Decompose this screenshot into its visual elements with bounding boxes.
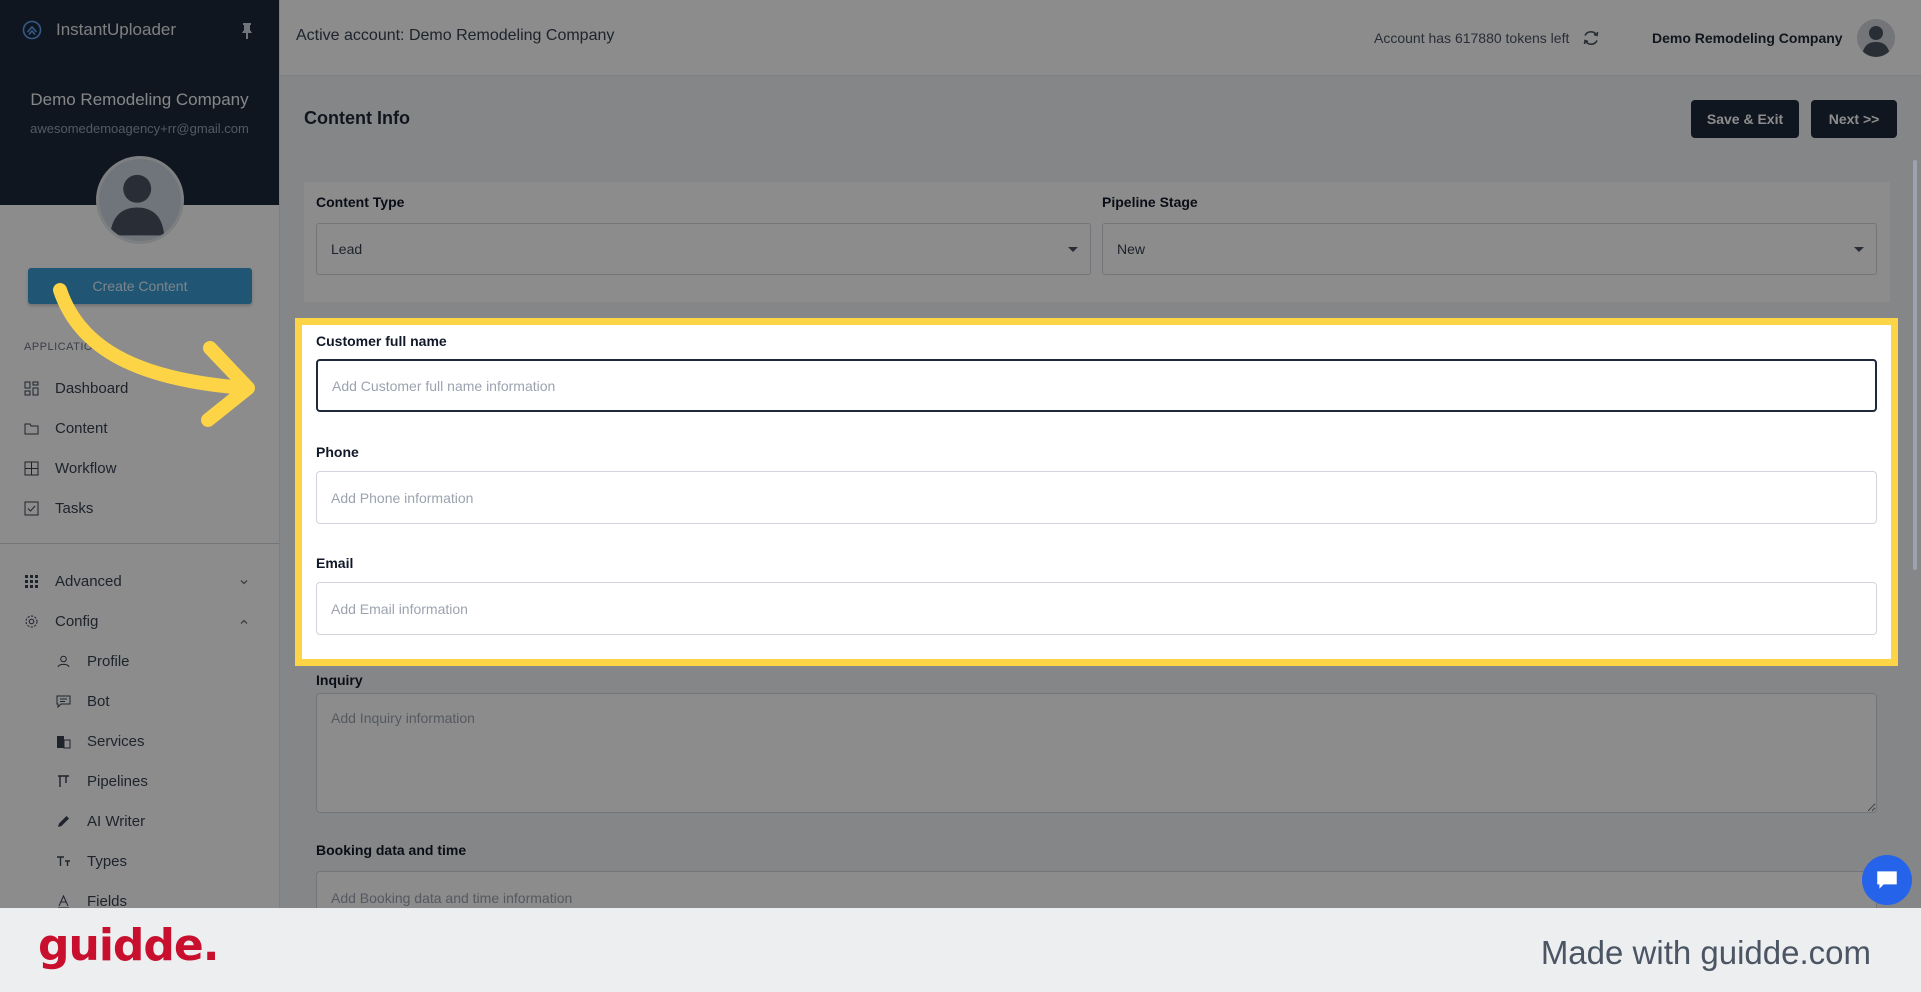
sidebar-item-label: AI Writer bbox=[87, 813, 146, 830]
create-content-button[interactable]: Create Content bbox=[28, 268, 252, 304]
avatar[interactable] bbox=[96, 156, 184, 244]
folder-icon bbox=[24, 423, 39, 435]
sidebar-item-label: Fields bbox=[87, 893, 128, 908]
app-logo-icon bbox=[22, 20, 42, 40]
chat-bubble-icon bbox=[1877, 871, 1897, 889]
pipeline-icon bbox=[58, 775, 69, 787]
app-name: InstantUploader bbox=[56, 20, 177, 39]
sidebar-item-label: Content bbox=[55, 420, 108, 437]
phone-input[interactable] bbox=[316, 471, 1877, 524]
chat-icon bbox=[56, 695, 71, 709]
pipeline-stage-value: New bbox=[1117, 241, 1146, 257]
sidebar-item-ai-writer[interactable]: AI Writer bbox=[56, 813, 145, 830]
sidebar-item-label: Workflow bbox=[55, 460, 117, 477]
sidebar-item-tasks[interactable]: Tasks bbox=[24, 500, 93, 517]
scrollbar[interactable] bbox=[1913, 160, 1917, 570]
caret-down-icon bbox=[1068, 247, 1078, 252]
section-label-applications: APPLICATIONS bbox=[24, 341, 110, 353]
sidebar-group-advanced[interactable]: Advanced bbox=[24, 573, 122, 590]
pencil-icon bbox=[58, 816, 69, 827]
gear-icon bbox=[25, 615, 38, 628]
pipeline-stage-select[interactable]: New bbox=[1102, 223, 1877, 275]
sidebar-item-workflow[interactable]: Workflow bbox=[24, 460, 116, 477]
sidebar-item-label: Dashboard bbox=[55, 380, 129, 397]
sidebar-divider bbox=[0, 543, 279, 544]
highlighted-fields: Customer full name Phone Email bbox=[295, 318, 1898, 666]
sidebar-company-name: Demo Remodeling Company bbox=[30, 90, 249, 109]
guidde-logo: guidde. bbox=[38, 920, 219, 971]
sidebar-item-bot[interactable]: Bot bbox=[56, 693, 110, 710]
sidebar-item-pipelines[interactable]: Pipelines bbox=[56, 773, 148, 790]
sidebar-item-label: Pipelines bbox=[87, 773, 148, 790]
made-with-text: Made with guidde.com bbox=[1540, 934, 1871, 971]
caret-down-icon bbox=[1854, 247, 1864, 252]
sidebar: InstantUploader Demo Remodeling Company … bbox=[0, 0, 280, 908]
save-exit-button[interactable]: Save & Exit bbox=[1691, 100, 1799, 138]
sidebar-item-dashboard[interactable]: Dashboard bbox=[24, 380, 128, 397]
sidebar-item-label: Advanced bbox=[55, 573, 122, 590]
app-brand[interactable]: InstantUploader bbox=[22, 20, 176, 40]
next-button[interactable]: Next >> bbox=[1811, 100, 1897, 138]
token-balance-text: Account has 617880 tokens left bbox=[1374, 30, 1570, 46]
sidebar-item-types[interactable]: Types bbox=[56, 853, 127, 870]
pipeline-stage-label: Pipeline Stage bbox=[1102, 194, 1198, 210]
top-header: Active account: Demo Remodeling Company … bbox=[280, 0, 1921, 76]
header-company-name[interactable]: Demo Remodeling Company bbox=[1652, 30, 1843, 46]
user-icon bbox=[57, 655, 70, 668]
sidebar-item-label: Config bbox=[55, 613, 99, 630]
sidebar-item-label: Services bbox=[87, 733, 145, 750]
email-label: Email bbox=[316, 555, 354, 571]
booking-label: Booking data and time bbox=[316, 842, 467, 858]
phone-label: Phone bbox=[316, 444, 359, 460]
sidebar-item-profile[interactable]: Profile bbox=[56, 653, 130, 670]
dashboard-icon bbox=[24, 381, 39, 396]
inquiry-label: Inquiry bbox=[316, 672, 363, 688]
building-icon bbox=[57, 736, 71, 749]
pin-icon[interactable] bbox=[239, 22, 255, 40]
grid-icon bbox=[24, 461, 39, 476]
apps-icon bbox=[25, 575, 38, 588]
sidebar-group-config[interactable]: Config bbox=[24, 613, 98, 630]
text-type-icon bbox=[57, 856, 70, 866]
field-icon bbox=[58, 894, 69, 908]
user-silhouette-icon bbox=[1862, 26, 1890, 57]
content-type-select[interactable]: Lead bbox=[316, 223, 1091, 275]
customer-name-label: Customer full name bbox=[316, 333, 447, 349]
content-type-value: Lead bbox=[331, 241, 363, 257]
sidebar-item-label: Profile bbox=[87, 653, 130, 670]
chat-widget-button[interactable] bbox=[1862, 855, 1912, 905]
sidebar-item-label: Types bbox=[87, 853, 128, 870]
chevron-up-icon[interactable] bbox=[239, 617, 249, 627]
sidebar-item-content[interactable]: Content bbox=[24, 420, 108, 437]
sidebar-company-email: awesomedemoagency+rr@gmail.com bbox=[30, 121, 249, 136]
refresh-icon[interactable] bbox=[1581, 29, 1601, 47]
user-silhouette-icon bbox=[110, 174, 165, 236]
sidebar-item-label: Bot bbox=[87, 693, 110, 710]
chevron-down-icon[interactable] bbox=[239, 577, 249, 587]
header-avatar[interactable] bbox=[1857, 19, 1895, 57]
active-account-label: Active account: Demo Remodeling Company bbox=[296, 27, 615, 44]
token-balance: Account has 617880 tokens left bbox=[1374, 29, 1601, 47]
page-title: Content Info bbox=[304, 108, 410, 128]
content-type-label: Content Type bbox=[316, 194, 405, 210]
checkbox-icon bbox=[24, 501, 39, 516]
email-input[interactable] bbox=[316, 582, 1877, 635]
sidebar-item-services[interactable]: Services bbox=[56, 733, 145, 750]
inquiry-textarea[interactable] bbox=[316, 693, 1877, 813]
sidebar-item-fields[interactable]: Fields bbox=[56, 893, 127, 908]
customer-name-input[interactable] bbox=[316, 359, 1877, 412]
sidebar-item-label: Tasks bbox=[55, 500, 94, 517]
